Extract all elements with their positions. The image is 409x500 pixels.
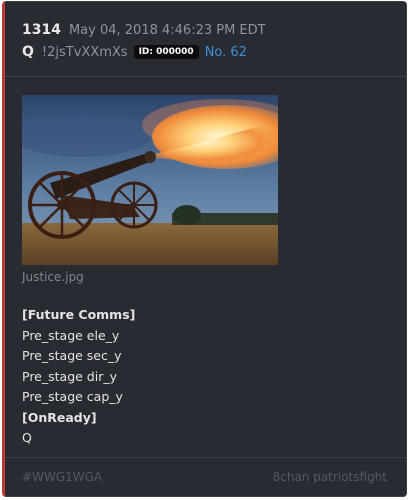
body-line: Pre_stage ele_y (22, 327, 120, 343)
body-line: [OnReady] (22, 409, 97, 425)
header-divider (5, 76, 406, 77)
body-line: Q (22, 430, 32, 445)
post-meta-row: 1314 May 04, 2018 4:46:23 PM EDT (22, 20, 402, 40)
body-line: Pre_stage dir_y (22, 368, 117, 384)
post-image[interactable] (22, 95, 278, 265)
body-line: Pre_stage cap_y (22, 389, 123, 404)
body-line: Pre_stage sec_y (22, 348, 122, 363)
tripcode: !2jsTvXXmXs (41, 44, 128, 60)
id-badge: ID: 000000 (133, 45, 199, 59)
source-label: 8chan patriotsfight (272, 470, 387, 484)
body-line: [Future Comms] (22, 307, 136, 322)
post-date: May 04, 2018 4:46:23 PM EDT (68, 22, 266, 38)
post-body: [Future Comms] Pre_stage ele_y Pre_stage… (22, 305, 135, 449)
post-footer: #WWG1WGA 8chan patriotsfight (22, 470, 387, 484)
post-header: 1314 May 04, 2018 4:46:23 PM EDT Q !2jsT… (22, 20, 402, 62)
cannon-firing-photo-icon (22, 95, 278, 265)
post-card: 1314 May 04, 2018 4:46:23 PM EDT Q !2jsT… (2, 1, 407, 497)
post-number: 1314 (22, 22, 61, 38)
image-filename[interactable]: Justice.jpg (22, 270, 84, 284)
author-name: Q (22, 44, 34, 60)
footer-divider (5, 457, 406, 458)
post-number-link[interactable]: No. 62 (205, 45, 247, 60)
hashtag-link[interactable]: #WWG1WGA (22, 470, 102, 484)
post-author-row: Q !2jsTvXXmXs ID: 000000 No. 62 (22, 42, 402, 62)
